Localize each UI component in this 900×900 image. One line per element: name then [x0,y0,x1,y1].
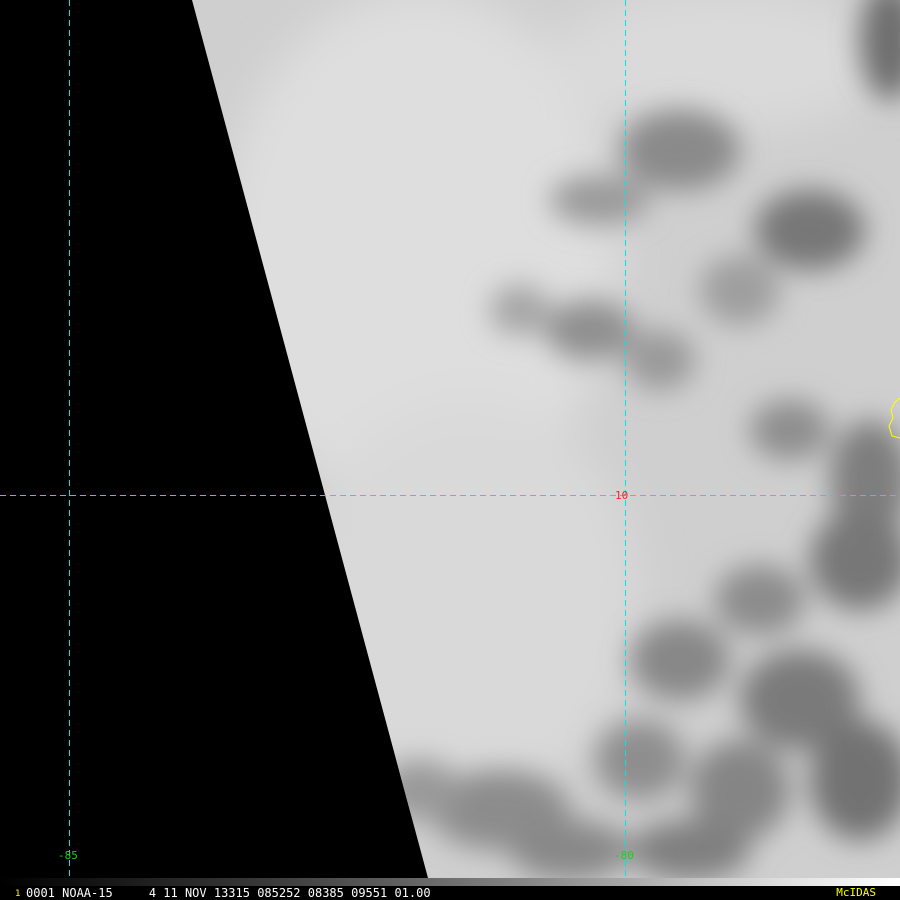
latitude-label: 10 [615,489,629,502]
status-bar: 1 0001 NOAA-15 4 11 NOV 13315 085252 083… [0,878,900,900]
satellite-imagery [0,0,900,878]
longitude-label-left: -85 [58,849,78,862]
gray-scale-bar [0,878,900,886]
longitude-label-right: -80 [614,849,634,862]
frame-index: 1 [15,889,21,899]
image-metadata-text: 0001 NOAA-15 4 11 NOV 13315 085252 08385… [26,886,431,900]
mcidas-brand: McIDAS [836,886,876,899]
satellite-image-frame: -85 -80 10 1 0001 NOAA-15 4 11 NOV 13315… [0,0,900,900]
